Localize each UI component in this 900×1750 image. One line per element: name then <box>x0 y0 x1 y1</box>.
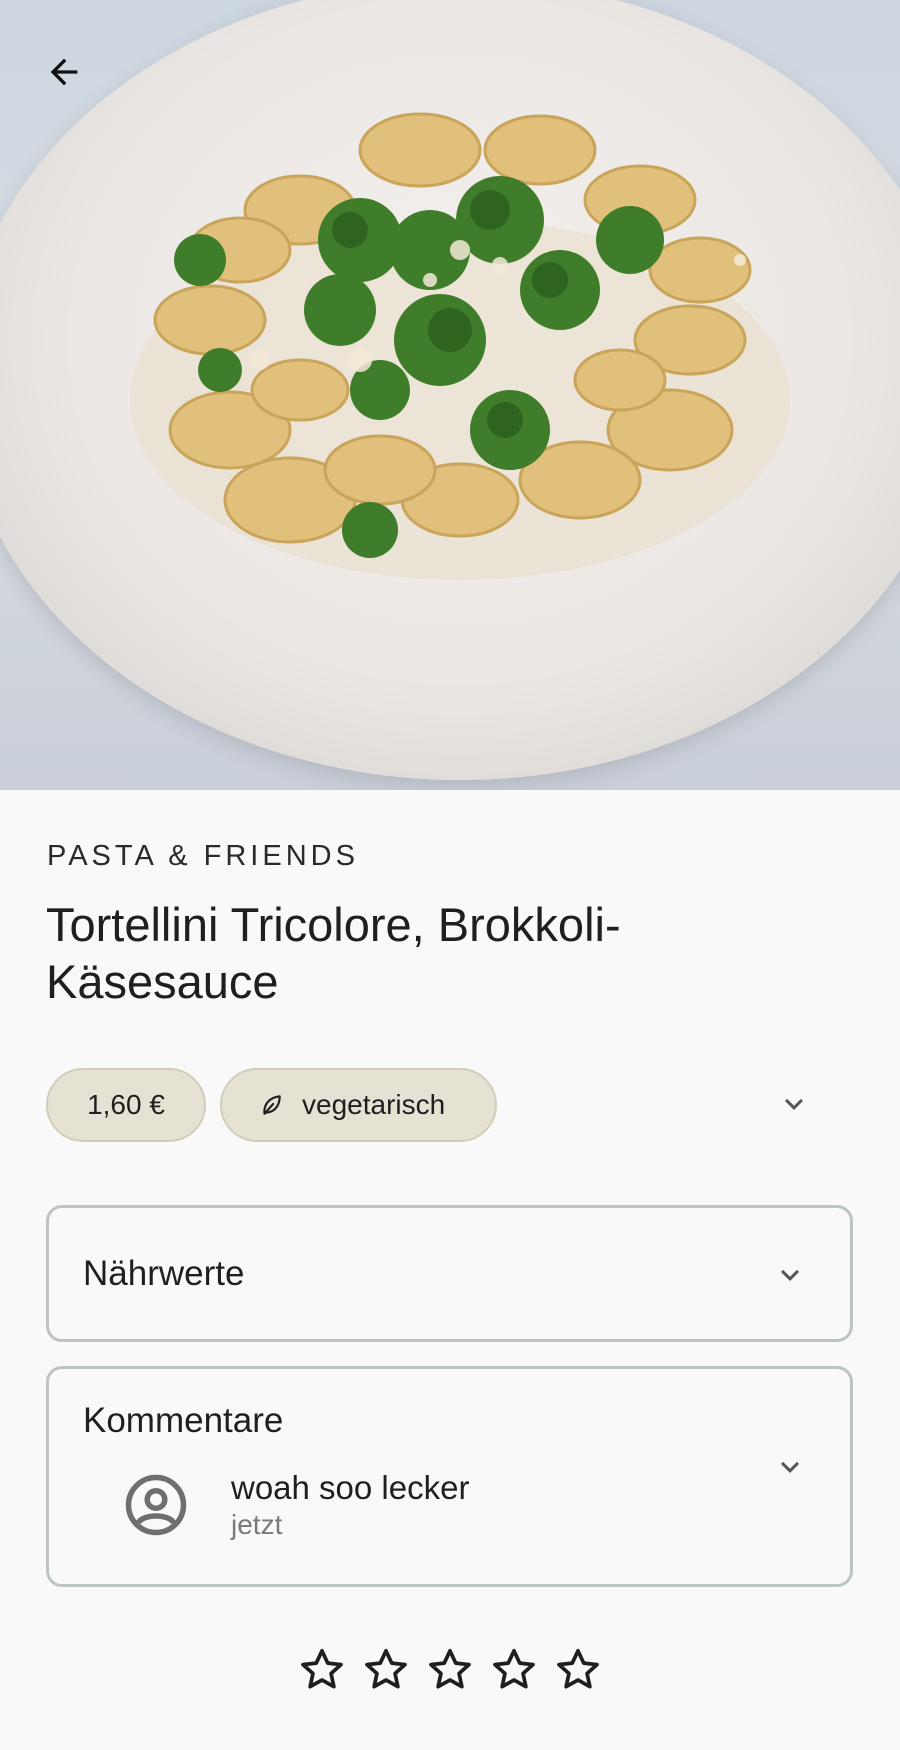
dish-details: PASTA & FRIENDS Tortellini Tricolore, Br… <box>0 790 900 1750</box>
expand-tags-button[interactable] <box>774 1084 814 1124</box>
star-outline-icon[interactable] <box>489 1645 539 1695</box>
chevron-down-icon <box>781 1269 799 1281</box>
food-illustration <box>130 112 790 580</box>
nutrition-title: Nährwerte <box>83 1254 245 1293</box>
vegetarian-label: vegetarisch <box>302 1089 446 1120</box>
dish-title: Tortellini Tricolore, Brokkoli-Käsesauce <box>46 898 621 1008</box>
back-button[interactable] <box>36 44 92 100</box>
leaf-icon <box>263 1095 281 1115</box>
price-chip: 1,60 € <box>46 1068 206 1142</box>
dish-image <box>0 0 900 790</box>
chevron-down-icon <box>785 1098 803 1110</box>
comments-expand[interactable] <box>770 1447 810 1487</box>
account-circle-icon <box>125 1474 187 1536</box>
comment-item: woah soo lecker jetzt <box>123 1469 469 1541</box>
comments-panel[interactable]: Kommentare woah soo lecker jetzt <box>46 1366 853 1587</box>
avatar <box>123 1472 189 1538</box>
star-outline-icon[interactable] <box>361 1645 411 1695</box>
star-outline-icon[interactable] <box>553 1645 603 1695</box>
rating-stars <box>0 1645 900 1695</box>
dish-category: PASTA & FRIENDS <box>47 840 359 872</box>
comment-body: woah soo lecker <box>231 1469 470 1506</box>
arrow-left-icon <box>50 58 78 86</box>
star-outline-icon[interactable] <box>425 1645 475 1695</box>
nutrition-expand[interactable] <box>770 1255 810 1295</box>
chevron-down-icon <box>781 1461 799 1473</box>
price-label: 1,60 € <box>87 1089 165 1120</box>
nutrition-panel[interactable]: Nährwerte <box>46 1205 853 1342</box>
comment-text: woah soo lecker jetzt <box>231 1469 469 1541</box>
comment-time: jetzt <box>231 1509 283 1540</box>
star-outline-icon[interactable] <box>297 1645 347 1695</box>
vegetarian-chip: vegetarisch <box>220 1068 497 1142</box>
comments-title: Kommentare <box>83 1401 284 1440</box>
